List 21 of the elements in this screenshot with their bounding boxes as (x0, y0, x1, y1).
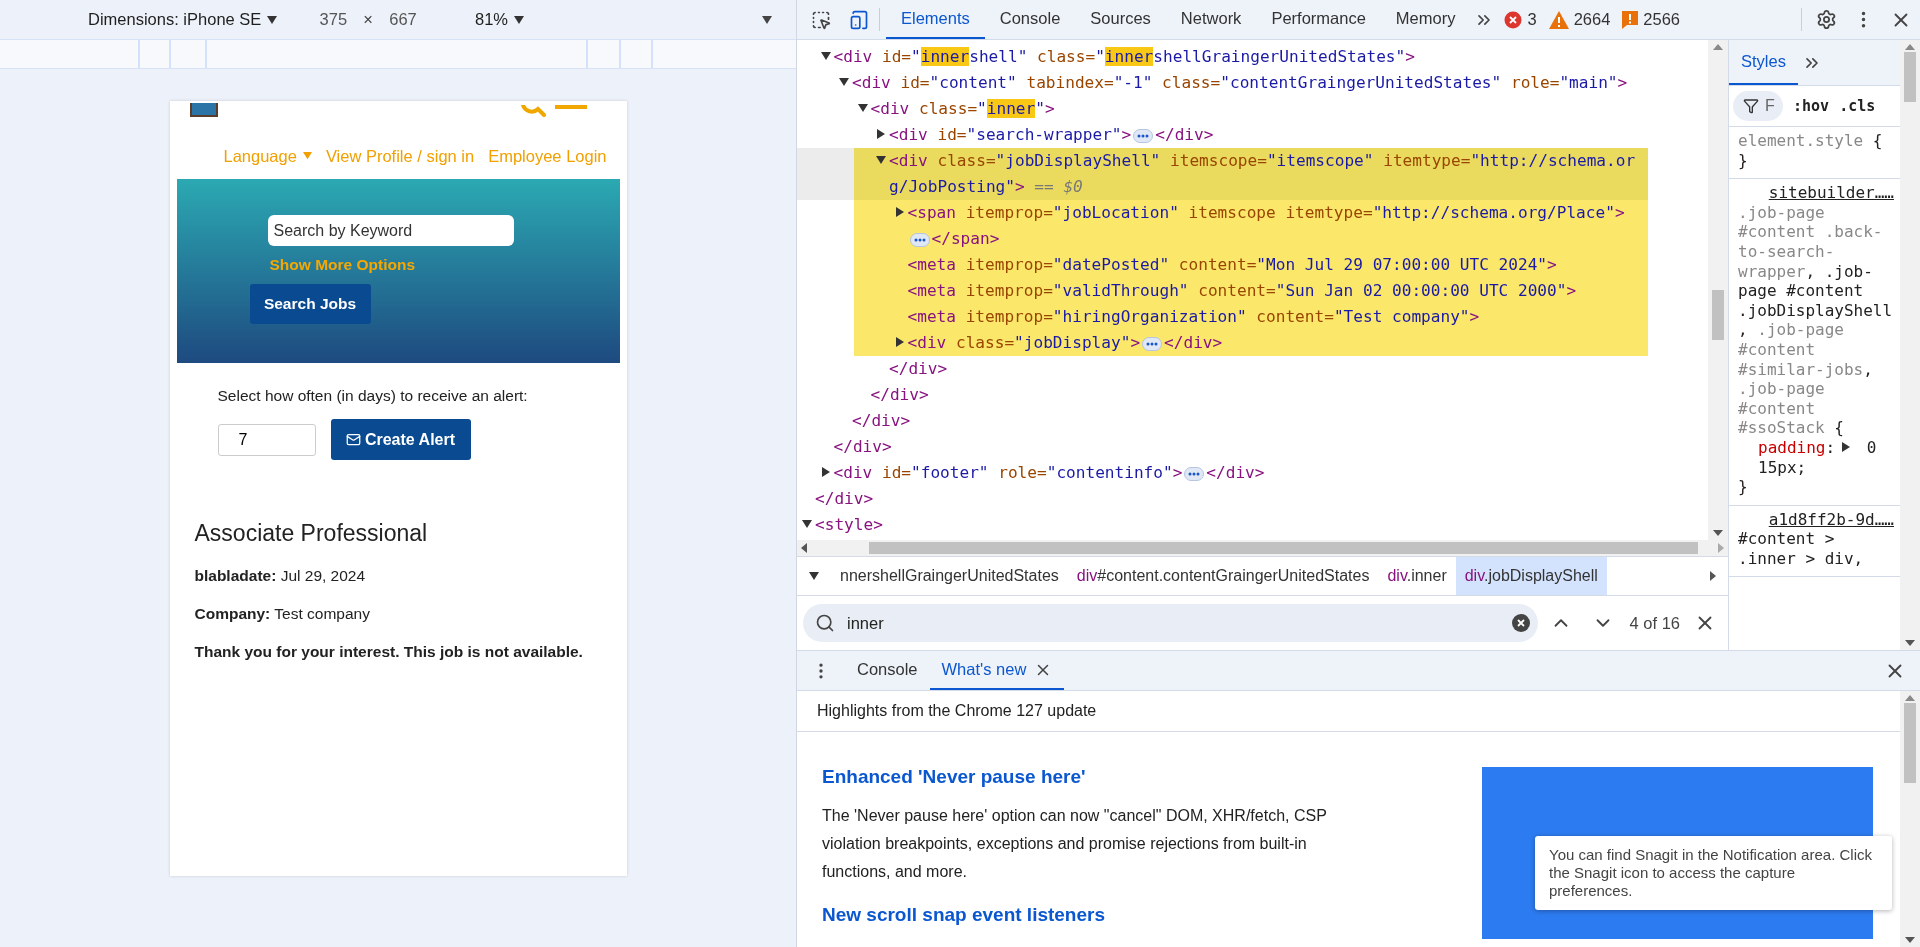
job-detail: Company: Test company (194, 605, 371, 623)
article-text: The 'Never pause here' option can now "cancel" DOM, XHR/fetch, CSP violation breakpoints, exceptions and promise rejections from built-in functions, and more. (822, 806, 1328, 882)
closing-brace: } (1738, 150, 1749, 171)
alert-frequency-label: Select how often (in days) to receive an alert: (217, 387, 529, 405)
notification-tooltip: You can find Snagit in the Notification area. Click the Snagit icon to access the capture preferences. (1535, 836, 1892, 910)
closing-tag: </div> (852, 408, 1648, 434)
job-detail: Thank you for your interest. This job is not available. (194, 643, 584, 661)
job-title: Associate Professional (194, 520, 429, 547)
css-selector: .job-page #content .back-to-search-wrapper, .job-page #content .jobDisplayShell , .job-page #content #similar-jobs, .job-page #content #ssoStack { (1738, 202, 1894, 438)
match-count: 4 of 16 (1629, 613, 1680, 633)
css-selector: element.style { (1738, 131, 1884, 151)
closing-tag: </div> (815, 486, 1648, 512)
drawer-subtitle: Highlights from the Chrome 127 update (797, 691, 1900, 732)
closing-tag: </div> (870, 382, 1648, 408)
closing-tag: </div> (889, 356, 1648, 382)
times-sign: × (363, 10, 373, 29)
job-detail: blabladate: Jul 29, 2024 (194, 567, 367, 585)
closing-tag: </div> (833, 434, 1648, 460)
closing-brace: } (1738, 477, 1749, 497)
css-declaration: padding: 0 15px; (1757, 437, 1878, 478)
css-selector: #content > .inner > div, (1738, 529, 1865, 569)
